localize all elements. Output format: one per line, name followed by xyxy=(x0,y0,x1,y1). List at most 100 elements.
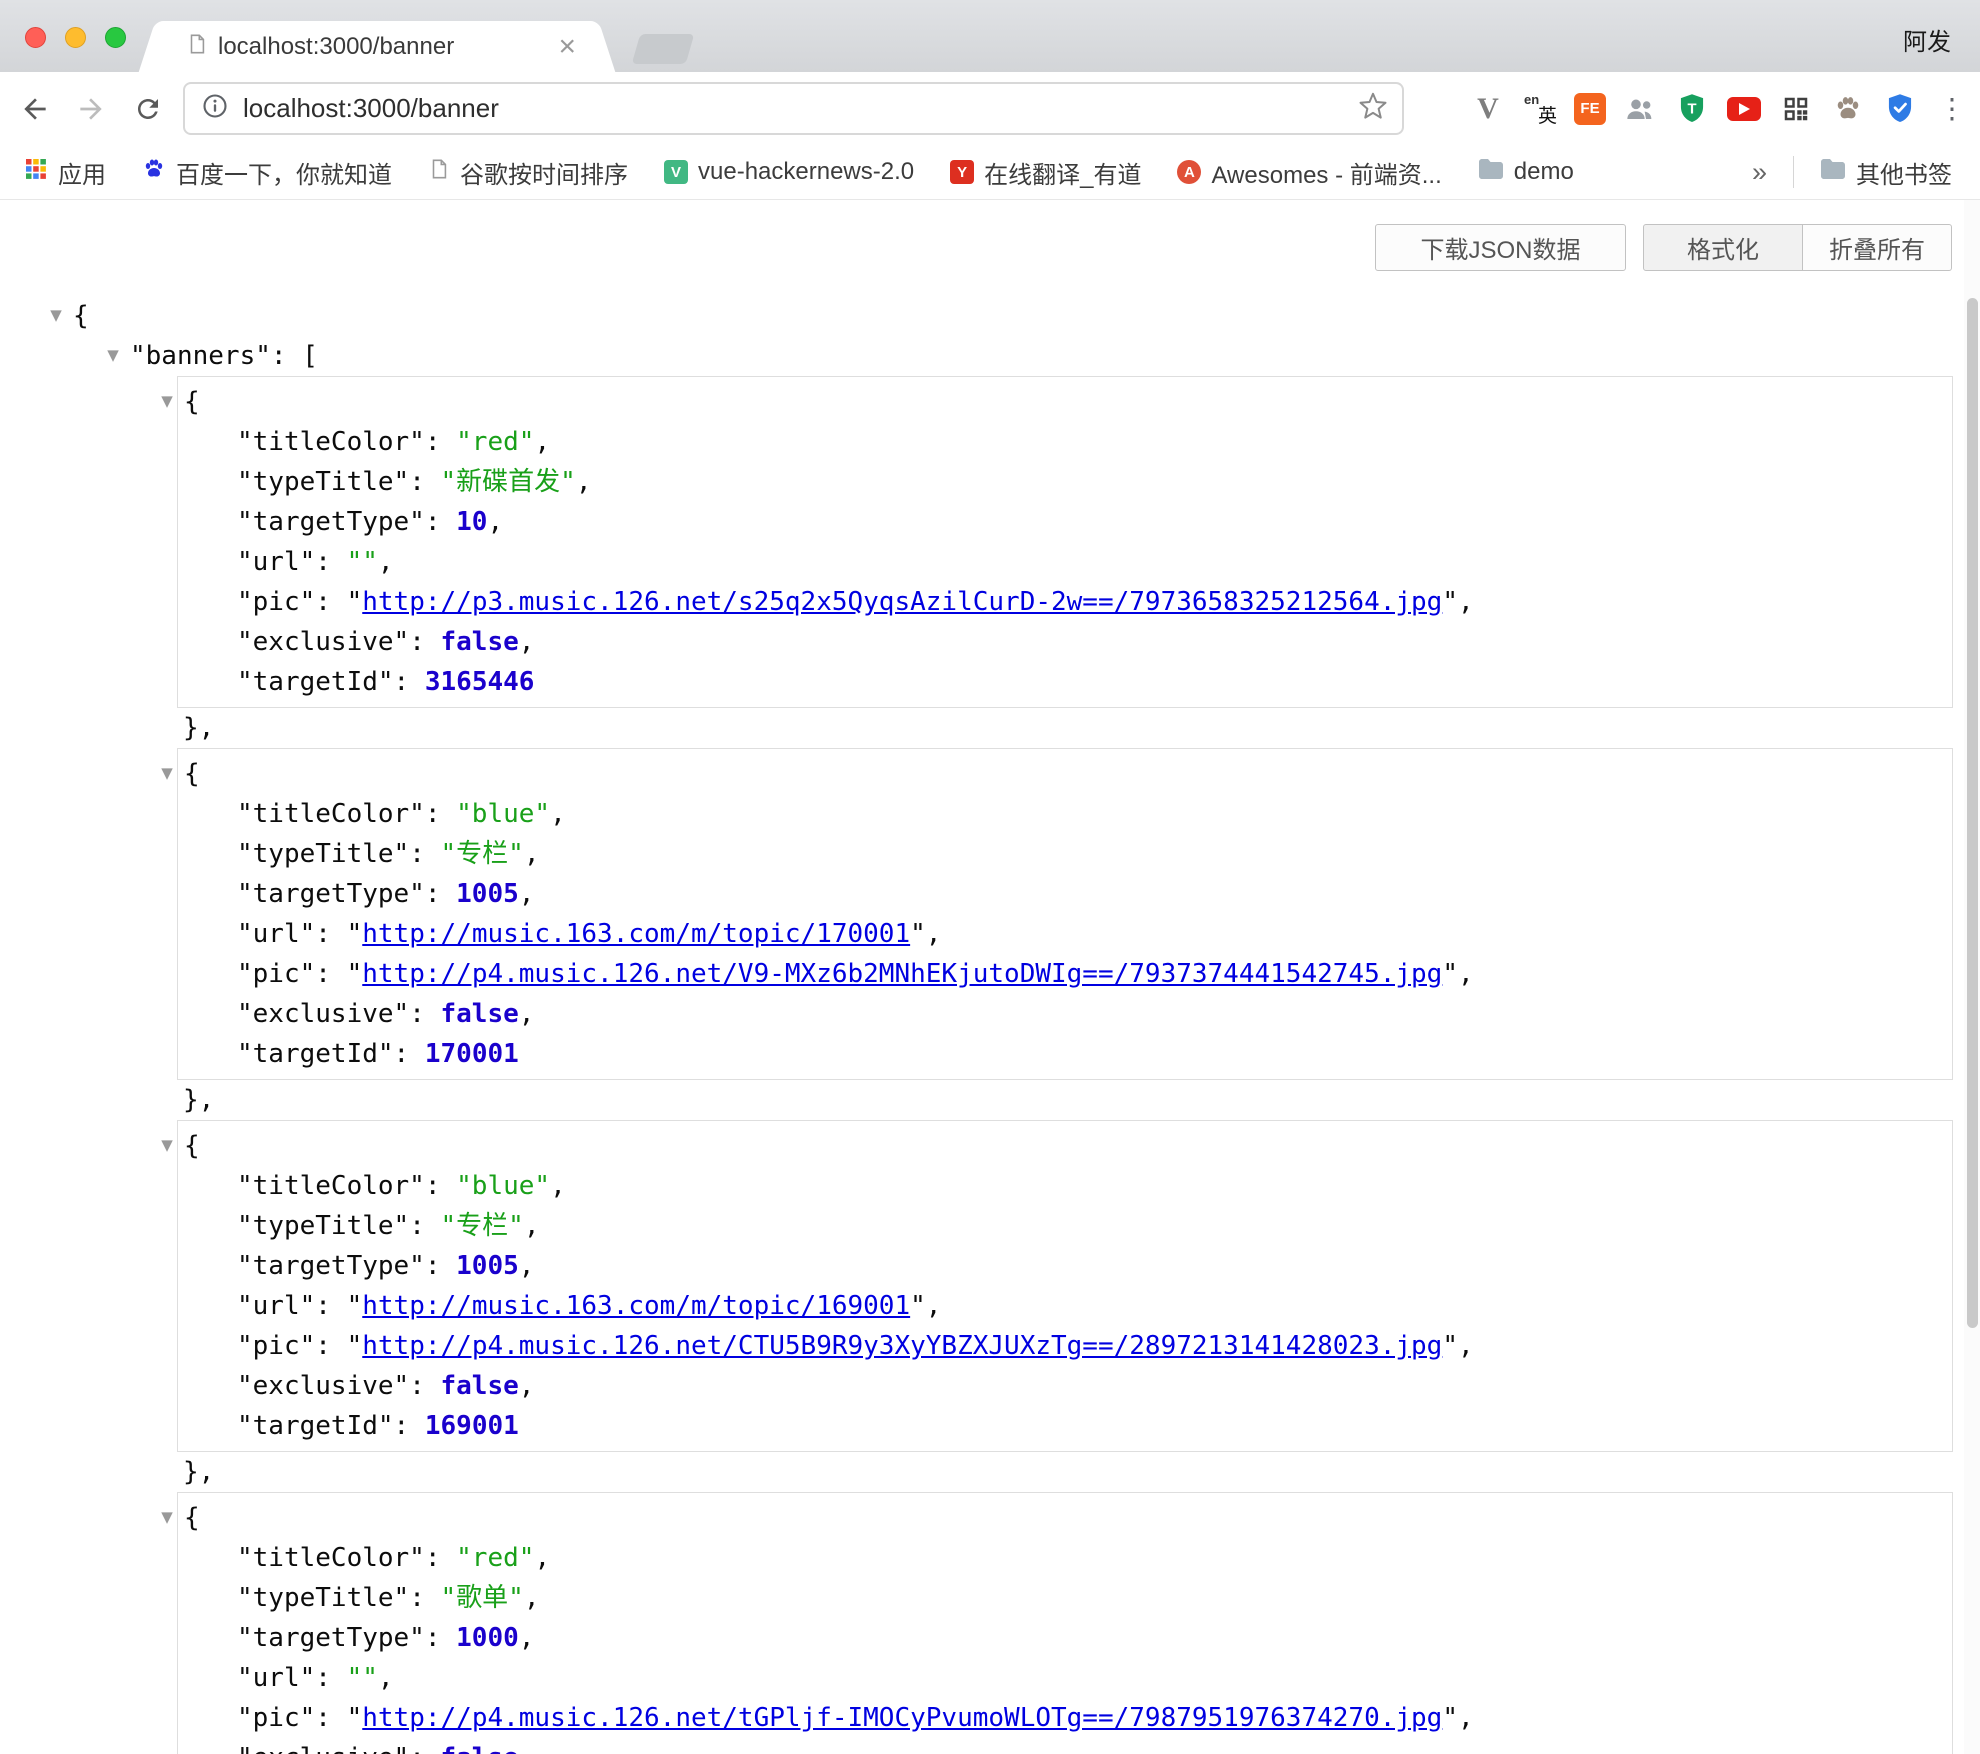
json-line: "url": "", xyxy=(237,542,1952,582)
address-bar[interactable]: localhost:3000/banner xyxy=(183,82,1404,135)
json-line: ▼{ xyxy=(184,382,1952,422)
json-line: "exclusive": false, xyxy=(237,622,1952,662)
scrollbar[interactable] xyxy=(1964,200,1980,1754)
json-key: "typeTitle" xyxy=(237,1211,409,1241)
quote: " xyxy=(1442,1331,1458,1361)
bookmark-item-baidu[interactable]: 百度一下，你就知道 xyxy=(142,155,392,190)
extensions-area: V en 英 FE T ⋮ xyxy=(1470,72,1970,145)
collapse-toggle-icon[interactable]: ▼ xyxy=(156,753,178,793)
tab-strip: localhost:3000/banner × 阿发 xyxy=(0,0,1980,72)
translate-glyph: en 英 xyxy=(1523,92,1557,126)
bookmark-item-youdao[interactable]: Y 在线翻译_有道 xyxy=(950,155,1141,190)
other-bookmarks-button[interactable]: 其他书签 xyxy=(1820,155,1952,190)
close-window-button[interactable] xyxy=(25,27,46,48)
json-key: "titleColor" xyxy=(237,427,425,457)
scrollbar-thumb[interactable] xyxy=(1967,298,1978,1328)
bookmark-star-icon[interactable] xyxy=(1358,91,1388,126)
json-key: "titleColor" xyxy=(237,799,425,829)
json-line: "url": "", xyxy=(237,1658,1952,1698)
browser-menu-icon[interactable]: ⋮ xyxy=(1934,91,1970,127)
browser-tab[interactable]: localhost:3000/banner × xyxy=(160,21,594,72)
forward-button[interactable] xyxy=(74,92,108,126)
json-url-link[interactable]: http://p3.music.126.net/s25q2x5QyqsAzilC… xyxy=(362,587,1442,617)
collapse-toggle-icon[interactable]: ▼ xyxy=(156,1497,178,1537)
json-value-number: 170001 xyxy=(425,1039,519,1069)
json-key: "typeTitle" xyxy=(237,1583,409,1613)
json-line: "titleColor": "red", xyxy=(237,422,1952,462)
blue-shield-extension-icon[interactable] xyxy=(1882,91,1918,127)
json-line: "targetId": 3165446 xyxy=(237,662,1952,702)
json-key: "pic" xyxy=(237,587,315,617)
bookmark-item-demo[interactable]: demo xyxy=(1478,158,1574,187)
vue-icon: V xyxy=(664,160,688,184)
json-url-link[interactable]: http://p4.music.126.net/V9-MXz6b2MNhEKju… xyxy=(362,959,1442,989)
json-url-link[interactable]: http://p4.music.126.net/CTU5B9R9y3XyYBZX… xyxy=(362,1331,1442,1361)
collapse-toggle-icon[interactable]: ▼ xyxy=(156,381,178,421)
youtube-extension-icon[interactable] xyxy=(1726,91,1762,127)
json-object-box: ▼{"titleColor": "red","typeTitle": "歌单",… xyxy=(177,1492,1953,1754)
json-value-string: "blue" xyxy=(456,1171,550,1201)
json-url-link[interactable]: http://p4.music.126.net/tGPljf-IMOCyPvum… xyxy=(362,1703,1442,1733)
quote: " xyxy=(347,1291,363,1321)
collapse-toggle-icon[interactable]: ▼ xyxy=(156,1125,178,1165)
json-line: "pic": "http://p4.music.126.net/CTU5B9R9… xyxy=(237,1326,1952,1366)
json-value-number: 1000 xyxy=(456,1623,519,1653)
json-key: "targetType" xyxy=(237,879,425,909)
people-extension-icon[interactable] xyxy=(1622,91,1658,127)
json-line: "titleColor": "red", xyxy=(237,1538,1952,1578)
green-shield-extension-icon[interactable]: T xyxy=(1674,91,1710,127)
json-url-link[interactable]: http://music.163.com/m/topic/170001 xyxy=(362,919,910,949)
youdao-icon: Y xyxy=(950,160,974,184)
bookmark-item-apps[interactable]: 应用 xyxy=(24,155,106,190)
fe-extension-icon[interactable]: FE xyxy=(1574,93,1606,125)
json-line: ▼"banners": [ xyxy=(130,336,1980,376)
json-line: ▼{ xyxy=(184,1126,1952,1166)
json-key: "targetType" xyxy=(237,507,425,537)
bookmark-item-awesomes[interactable]: A Awesomes - 前端资... xyxy=(1177,155,1441,190)
json-line: "titleColor": "blue", xyxy=(237,794,1952,834)
json-line: "pic": "http://p3.music.126.net/s25q2x5Q… xyxy=(237,582,1952,622)
json-value-string: "歌单" xyxy=(441,1583,524,1613)
json-key: "banners" xyxy=(130,341,271,371)
qr-code-extension-icon[interactable] xyxy=(1778,91,1814,127)
bookmarks-overflow-chevron[interactable]: » xyxy=(1752,157,1767,188)
svg-text:T: T xyxy=(1687,101,1696,117)
collapse-toggle-icon[interactable]: ▼ xyxy=(102,335,124,375)
bookmark-item-vue-hackernews[interactable]: V vue-hackernews-2.0 xyxy=(664,158,914,186)
json-value-boolean: false xyxy=(441,627,519,657)
browser-toolbar: localhost:3000/banner V en 英 FE T xyxy=(0,72,1980,145)
reload-button[interactable] xyxy=(131,92,165,126)
youtube-play-icon xyxy=(1727,97,1761,121)
json-value-boolean: false xyxy=(441,1371,519,1401)
json-line: "targetType": 1000, xyxy=(237,1618,1952,1658)
translate-extension-icon[interactable]: en 英 xyxy=(1522,91,1558,127)
quote: " xyxy=(347,1703,363,1733)
bookmark-label: 应用 xyxy=(58,155,106,190)
bookmark-item-google-sort[interactable]: 谷歌按时间排序 xyxy=(428,155,628,190)
json-key: "pic" xyxy=(237,959,315,989)
bookmark-label: 谷歌按时间排序 xyxy=(460,155,628,190)
json-url-link[interactable]: http://music.163.com/m/topic/169001 xyxy=(362,1291,910,1321)
new-tab-button[interactable] xyxy=(632,34,695,64)
json-line: "url": "http://music.163.com/m/topic/169… xyxy=(237,1286,1952,1326)
back-button[interactable] xyxy=(18,92,52,126)
tab-title: localhost:3000/banner xyxy=(218,33,558,61)
json-key: "typeTitle" xyxy=(237,467,409,497)
json-key: "exclusive" xyxy=(237,627,409,657)
page-info-icon[interactable] xyxy=(201,92,229,125)
vimium-extension-icon[interactable]: V xyxy=(1470,91,1506,127)
quote: " xyxy=(347,919,363,949)
page-icon xyxy=(428,158,450,187)
quote: " xyxy=(347,1331,363,1361)
json-key: "titleColor" xyxy=(237,1543,425,1573)
paw-extension-icon[interactable] xyxy=(1830,91,1866,127)
tab-close-icon[interactable]: × xyxy=(558,32,576,62)
json-key: "typeTitle" xyxy=(237,839,409,869)
collapse-toggle-icon[interactable]: ▼ xyxy=(45,295,67,335)
json-line: "exclusive": false, xyxy=(237,994,1952,1034)
translate-zh-text: 英 xyxy=(1538,101,1557,128)
minimize-window-button[interactable] xyxy=(65,27,86,48)
json-key: "exclusive" xyxy=(237,999,409,1029)
json-value-boolean: false xyxy=(441,1743,519,1754)
zoom-window-button[interactable] xyxy=(105,27,126,48)
